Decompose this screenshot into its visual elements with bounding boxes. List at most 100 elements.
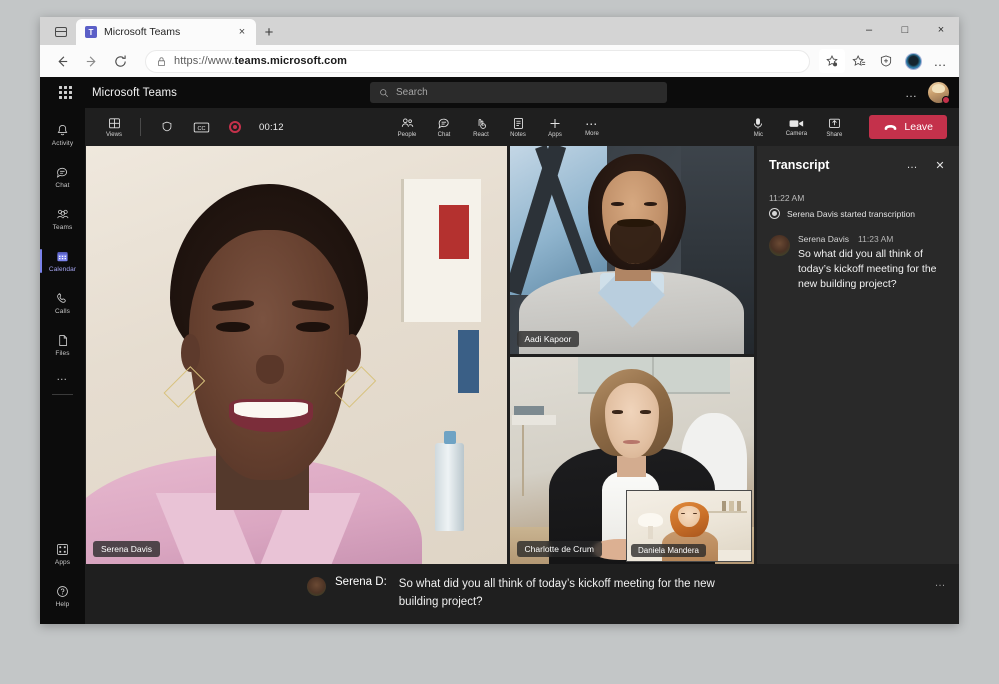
url-input[interactable]: https://www.teams.microsoft.com	[145, 49, 810, 73]
plus-apps-icon	[550, 119, 560, 128]
participant-name-label: Daniela Mandera	[631, 544, 706, 557]
chat-icon	[438, 118, 449, 129]
video-tile-serena-davis[interactable]: Serena Davis	[86, 146, 507, 564]
notes-button[interactable]: Notes	[501, 110, 535, 144]
search-icon	[380, 88, 389, 97]
views-button[interactable]: Views	[97, 110, 131, 144]
teams-body: Activity Chat Teams Calendar Calls Files…	[40, 108, 959, 624]
teams-top-right: …	[905, 82, 950, 104]
sidebar-item-apps[interactable]: Apps	[40, 533, 85, 575]
react-label: React	[473, 132, 489, 138]
views-grid-icon	[108, 118, 120, 129]
leave-label: Leave	[904, 121, 933, 133]
people-button[interactable]: People	[390, 110, 424, 144]
apps-button[interactable]: Apps	[538, 110, 572, 144]
camera-label: Camera	[785, 131, 808, 137]
transcript-entry-text: So what did you all think of today’s kic…	[798, 248, 937, 291]
share-screen-icon	[829, 118, 840, 128]
sidebar-more-icon[interactable]: …	[56, 366, 69, 388]
share-button[interactable]: Share	[817, 110, 851, 144]
transcript-entry: Serena Davis 11:23 AM So what did you al…	[769, 234, 947, 293]
close-window-button[interactable]: ×	[923, 17, 959, 43]
browser-settings-more-icon[interactable]: …	[927, 49, 953, 73]
back-arrow-icon	[57, 55, 67, 67]
video-tile-daniela-mandera[interactable]: Daniela Mandera	[626, 490, 752, 562]
new-tab-button[interactable]: +	[256, 19, 282, 45]
browser-profile-avatar[interactable]	[900, 49, 926, 73]
people-icon	[401, 118, 413, 127]
transcript-more-icon[interactable]: …	[902, 155, 922, 175]
shield-icon	[162, 121, 172, 132]
transcript-start-time: 11:22 AM	[769, 193, 805, 203]
notes-icon	[513, 117, 523, 129]
react-button[interactable]: React	[464, 110, 498, 144]
tab-close-icon[interactable]: ×	[234, 24, 250, 40]
meeting-controls-right: Mic Camera Share Leave	[741, 110, 947, 144]
search-input[interactable]: Search	[370, 82, 667, 103]
share-label: Share	[826, 131, 843, 138]
sidebar-item-label: Teams	[52, 224, 73, 231]
transcript-close-icon[interactable]: ✕	[930, 155, 950, 175]
record-dot-icon	[229, 121, 241, 133]
sidebar-item-teams[interactable]: Teams	[40, 198, 85, 240]
sidebar-item-activity[interactable]: Activity	[40, 114, 85, 156]
closed-caption-button[interactable]: CC	[184, 110, 218, 144]
svg-text:CC: CC	[197, 125, 205, 131]
teams-top-bar: Microsoft Teams Search …	[40, 77, 959, 108]
tab-actions-button[interactable]	[46, 19, 76, 45]
presence-badge	[942, 96, 950, 104]
forward-arrow-icon	[86, 55, 96, 67]
browser-tab[interactable]: Microsoft Teams ×	[76, 19, 256, 45]
sidebar-item-help[interactable]: Help	[40, 575, 85, 617]
help-question-icon	[57, 586, 68, 597]
more-button[interactable]: ⋯ More	[575, 110, 609, 144]
favorites-star-icon[interactable]	[846, 49, 872, 73]
sidebar-item-calls[interactable]: Calls	[40, 282, 85, 324]
caption-more-icon[interactable]: …	[935, 578, 948, 589]
sidebar-item-label: Chat	[55, 182, 70, 189]
sidebar-item-files[interactable]: Files	[40, 324, 85, 366]
meeting-stage: Serena Davis Aadi Kapoor Charlotte de Cr…	[85, 146, 959, 564]
camera-button[interactable]: Camera	[779, 110, 813, 144]
forward-button[interactable]	[77, 48, 105, 74]
tab-actions-icon	[55, 27, 67, 37]
app-launcher-icon[interactable]	[50, 86, 80, 99]
chat-label: Chat	[437, 132, 451, 138]
back-button[interactable]	[48, 48, 76, 74]
more-dots-icon: ⋯	[585, 116, 599, 131]
lock-icon	[158, 56, 165, 66]
notes-label: Notes	[510, 132, 526, 138]
tab-title: Microsoft Teams	[104, 26, 181, 38]
mic-button[interactable]: Mic	[741, 110, 775, 144]
closed-caption-icon: CC	[193, 122, 209, 132]
meeting-shield-button[interactable]	[150, 110, 184, 144]
current-user-avatar[interactable]	[928, 82, 950, 104]
collections-star-icon[interactable]	[819, 49, 845, 73]
sidebar-bottom-group: Apps Help	[40, 533, 85, 624]
teams-app-rail: Activity Chat Teams Calendar Calls Files…	[40, 108, 85, 624]
reload-button[interactable]	[106, 48, 134, 74]
maximize-button[interactable]: □	[887, 17, 923, 43]
meeting-controls-left: Views CC 00:12	[97, 110, 284, 144]
transcript-title: Transcript	[769, 158, 830, 172]
browser-essentials-icon[interactable]	[873, 49, 899, 73]
topbar-more-icon[interactable]: …	[905, 87, 918, 99]
minimize-button[interactable]: –	[851, 17, 887, 43]
sidebar-item-label: Calls	[55, 308, 70, 315]
microphone-icon	[754, 118, 763, 129]
meeting-controls-center: People Chat React Notes Apps ⋯ More	[390, 110, 609, 144]
record-dot-icon	[769, 208, 780, 219]
chat-bubble-icon	[56, 167, 67, 178]
sidebar-item-chat[interactable]: Chat	[40, 156, 85, 198]
live-caption-bar: Serena D: So what did you all think of t…	[85, 564, 959, 624]
control-divider	[140, 118, 141, 136]
leave-button[interactable]: Leave	[869, 115, 947, 139]
participant-name-label: Serena Davis	[93, 541, 161, 557]
sidebar-item-calendar[interactable]: Calendar	[40, 240, 85, 282]
video-tile-aadi-kapoor[interactable]: Aadi Kapoor	[509, 146, 754, 354]
video-tile-charlotte-de-crum[interactable]: Charlotte de Crum Daniela Mandera	[509, 356, 754, 564]
apps-grid-icon	[57, 544, 68, 555]
chat-button[interactable]: Chat	[427, 110, 461, 144]
window-controls: – □ ×	[851, 17, 959, 43]
transcript-entry-header: Serena Davis 11:23 AM	[798, 234, 947, 244]
